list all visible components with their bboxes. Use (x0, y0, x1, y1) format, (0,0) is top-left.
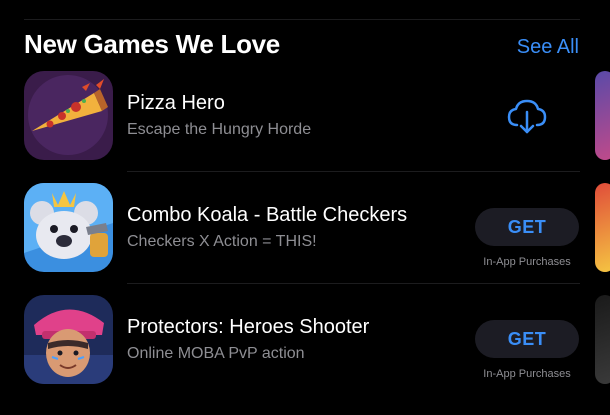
row-divider (127, 283, 580, 284)
next-column-app-icon[interactable] (595, 295, 610, 384)
app-subtitle: Checkers X Action = THIS! (127, 233, 317, 250)
in-app-purchases-label: In-App Purchases (483, 256, 571, 268)
next-column-app-icon[interactable] (595, 183, 610, 272)
row-divider (127, 171, 580, 172)
app-subtitle: Escape the Hungry Horde (127, 121, 312, 138)
combo-koala-icon[interactable] (24, 183, 113, 272)
app-title: Combo Koala - Battle Checkers (127, 204, 408, 226)
in-app-purchases-label: In-App Purchases (483, 368, 571, 380)
get-button[interactable]: GET (475, 320, 579, 358)
app-title: Protectors: Heroes Shooter (127, 316, 370, 338)
next-column-app-icon[interactable] (595, 71, 610, 160)
get-button[interactable]: GET (475, 208, 579, 246)
app-subtitle: Online MOBA PvP action (127, 345, 305, 362)
app-row-protectors[interactable]: Protectors: Heroes Shooter Online MOBA P… (0, 0, 590, 384)
protectors-icon[interactable] (24, 295, 113, 384)
